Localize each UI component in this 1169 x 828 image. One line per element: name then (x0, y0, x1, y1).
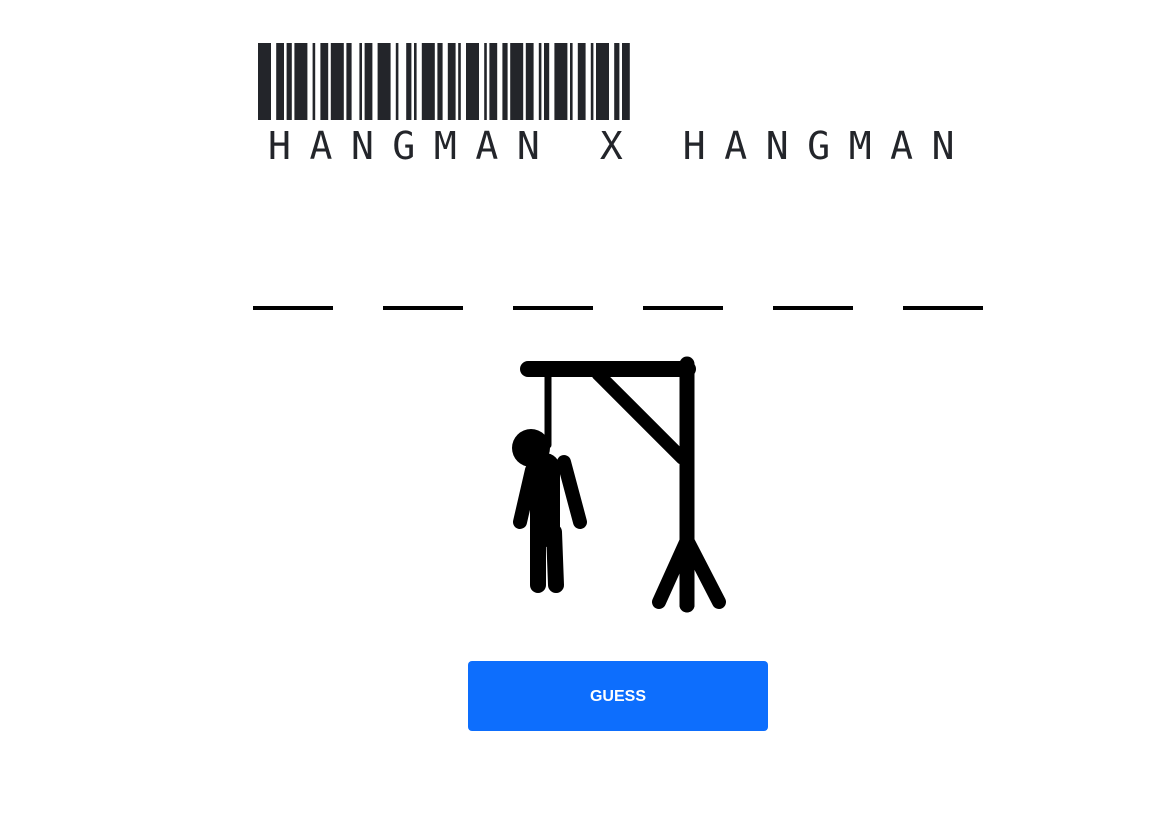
figure-right-leg (546, 524, 564, 593)
letter-slot (903, 306, 983, 310)
logo-title: HANGMAN X HANGMAN (268, 124, 974, 168)
word-slots (253, 300, 993, 314)
figure-head (512, 429, 550, 467)
letter-slot (643, 306, 723, 310)
hangman-logo: HANGMAN X HANGMAN (254, 40, 976, 170)
guess-button[interactable]: GUESS (468, 661, 768, 731)
hanged-man-icon (512, 356, 726, 613)
letter-slot (383, 306, 463, 310)
barcode-icon (258, 43, 630, 120)
gallows-brace (591, 367, 689, 465)
letter-slot (513, 306, 593, 310)
letter-slot (773, 306, 853, 310)
letter-slot (253, 306, 333, 310)
figure-right-arm (557, 455, 587, 529)
